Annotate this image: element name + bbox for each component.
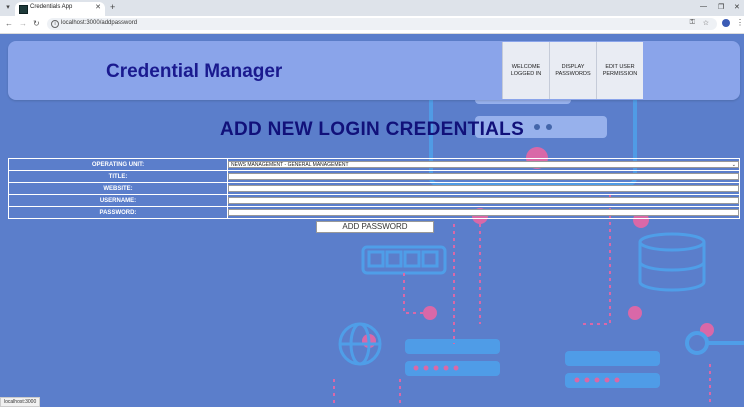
url-text[interactable]: localhost:3000/addpassword: [61, 20, 137, 26]
new-tab-icon[interactable]: +: [110, 2, 115, 13]
page-heading: ADD NEW LOGIN CREDENTIALS: [219, 119, 525, 140]
operating-unit-value: NEWS MANAGEMENT - GENERAL MANAGEMENT: [231, 162, 349, 168]
site-info-icon[interactable]: i: [51, 20, 59, 28]
password-label: PASSWORD:: [8, 206, 228, 219]
app-title: Credential Manager: [106, 61, 283, 82]
operating-unit-select[interactable]: NEWS MANAGEMENT - GENERAL MANAGEMENT ⌄: [228, 161, 739, 168]
app-favicon-icon: [19, 5, 28, 14]
nav-edit-user-permission[interactable]: EDIT USER PERMISSION: [596, 42, 643, 99]
bookmark-star-icon[interactable]: ☆: [703, 19, 709, 27]
website-label: WEBSITE:: [8, 182, 228, 195]
app-header: Credential Manager WELCOME LOGGED IN DIS…: [8, 41, 740, 100]
form-row-operating-unit: OPERATING UNIT: NEWS MANAGEMENT - GENERA…: [8, 158, 740, 171]
browser-toolbar: ← → ↻ i localhost:3000/addpassword ⚿ ☆ ⋮: [0, 16, 744, 34]
credential-form: OPERATING UNIT: NEWS MANAGEMENT - GENERA…: [8, 158, 740, 219]
title-label: TITLE:: [8, 170, 228, 183]
forward-icon[interactable]: →: [19, 19, 27, 29]
profile-avatar-icon[interactable]: [722, 19, 730, 27]
add-password-button[interactable]: ADD PASSWORD: [316, 221, 434, 233]
browser-tab-bar: ▾ Credentials App ✕ + — ❐ ✕: [0, 0, 744, 16]
browser-tab[interactable]: Credentials App ✕: [15, 2, 105, 16]
restore-icon[interactable]: ❐: [718, 3, 724, 11]
tab-title: Credentials App: [30, 4, 73, 10]
nav-welcome-logged-in[interactable]: WELCOME LOGGED IN: [502, 42, 549, 99]
username-label: USERNAME:: [8, 194, 228, 207]
title-input[interactable]: [228, 173, 739, 180]
window-close-icon[interactable]: ✕: [734, 3, 740, 11]
password-key-icon[interactable]: ⚿: [690, 19, 695, 27]
chevron-down-icon: ⌄: [731, 162, 736, 168]
form-row-website: WEBSITE:: [8, 182, 740, 195]
address-bar[interactable]: i localhost:3000/addpassword ⚿ ☆: [47, 18, 717, 30]
reload-icon[interactable]: ↻: [33, 19, 40, 29]
back-icon[interactable]: ←: [5, 19, 13, 29]
form-row-password: PASSWORD:: [8, 206, 740, 219]
tab-search-icon[interactable]: ▾: [3, 3, 13, 13]
nav-display-passwords[interactable]: DISPLAY PASSWORDS: [549, 42, 596, 99]
nav-label: DISPLAY PASSWORDS: [555, 63, 591, 77]
nav-label: WELCOME LOGGED IN: [510, 63, 542, 77]
page-viewport: Credential Manager WELCOME LOGGED IN DIS…: [0, 34, 744, 405]
close-icon[interactable]: ✕: [95, 3, 101, 11]
password-input[interactable]: [228, 209, 739, 216]
form-row-username: USERNAME:: [8, 194, 740, 207]
username-input[interactable]: [228, 197, 739, 204]
status-bar-url: localhost:3000: [0, 397, 41, 407]
nav-label: EDIT USER PERMISSION: [602, 63, 638, 77]
menu-kebab-icon[interactable]: ⋮: [736, 18, 744, 27]
operating-unit-label: OPERATING UNIT:: [8, 158, 228, 171]
minimize-icon[interactable]: —: [700, 3, 707, 10]
form-row-title: TITLE:: [8, 170, 740, 183]
website-input[interactable]: [228, 185, 739, 192]
